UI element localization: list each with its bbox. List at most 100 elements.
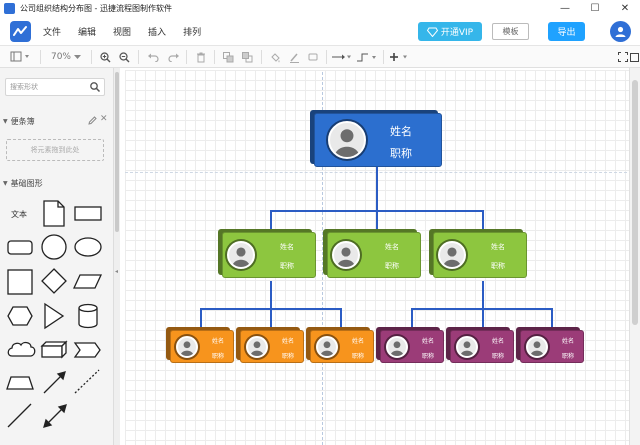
parallelogram-shape[interactable] [72,274,103,289]
card-name: 姓名 [422,338,435,345]
menu-arrange[interactable]: 排列 [183,25,201,38]
person-avatar-icon [227,241,255,269]
card-name: 姓名 [212,338,225,345]
person-avatar-icon [438,241,466,269]
dotted-line-shape[interactable] [74,369,100,394]
card-title: 职称 [422,353,435,360]
org-node-root[interactable]: 姓名 职称 [310,110,442,167]
person-avatar-icon [332,241,360,269]
menu-edit[interactable]: 编辑 [78,25,96,38]
document-shape[interactable] [43,200,65,227]
card-title: 职称 [212,353,225,360]
org-node-level3[interactable]: 姓名 职称 [516,327,584,363]
app-icon [4,3,15,14]
window-title: 公司组织结构分布图 - 迅捷流程图制作软件 [20,4,172,13]
close-button[interactable]: ✕ [610,0,640,17]
sidebar-scrollbar[interactable]: ◂ [114,68,120,445]
main-menu: 文件 编辑 视图 插入 排列 [43,25,218,38]
card-title: 职称 [282,353,295,360]
sidebar-scroll-thumb[interactable] [115,72,119,232]
card-name: 姓名 [282,338,295,345]
card-title: 职称 [491,262,505,270]
shadow-icon[interactable] [305,46,321,68]
menu-insert[interactable]: 插入 [148,25,166,38]
person-avatar-icon [526,335,548,358]
zoom-select[interactable]: 70% [47,46,85,68]
basic-shapes-palette [6,200,103,428]
bring-front-icon[interactable] [220,46,236,68]
card-name: 姓名 [491,243,505,251]
card-name: 姓名 [352,338,365,345]
maximize-button[interactable]: ☐ [580,0,610,17]
rounded-rectangle-shape[interactable] [7,240,33,255]
org-node-level3[interactable]: 姓名 职称 [166,327,234,363]
card-title: 职称 [562,353,575,360]
card-name: 姓名 [390,125,412,138]
menu-view[interactable]: 视图 [113,25,131,38]
card-title: 职称 [492,353,505,360]
ellipse-shape[interactable] [74,237,102,257]
title-bar: 公司组织结构分布图 - 迅捷流程图制作软件 — ☐ ✕ [0,0,640,17]
org-node-level3[interactable]: 姓名 职称 [306,327,374,363]
trapezoid-shape[interactable] [6,376,34,390]
panel-toggle-icon[interactable] [8,46,32,68]
zoom-value: 70% [50,52,71,62]
card-name: 姓名 [280,243,294,251]
org-node-level3[interactable]: 姓名 职称 [236,327,304,363]
toolbar: 70% [0,46,640,68]
person-avatar-icon [386,335,408,358]
collapse-sidebar-icon[interactable]: ◂ [115,268,118,275]
zoom-out-icon[interactable] [116,46,132,68]
connector-style-icon[interactable] [356,46,378,68]
step-arrow-shape[interactable] [73,342,101,358]
export-button[interactable]: 导出 [548,22,585,41]
minimize-button[interactable]: — [550,0,580,17]
diamond-shape[interactable] [41,268,67,294]
delete-icon[interactable] [193,46,209,68]
hexagon-shape[interactable] [7,306,33,326]
org-node-level2[interactable]: 姓名 职称 [323,229,421,278]
card-name: 姓名 [492,338,505,345]
cylinder-shape[interactable] [78,303,98,329]
person-avatar-icon [246,335,268,358]
insert-plus-icon[interactable] [389,46,411,68]
card-title: 职称 [280,262,294,270]
fill-color-icon[interactable] [267,46,283,68]
app-logo-icon[interactable] [10,20,31,42]
line-color-icon[interactable] [286,46,302,68]
cube-shape[interactable] [40,340,68,359]
rectangle-shape[interactable] [74,206,102,221]
menu-file[interactable]: 文件 [43,25,61,38]
fullscreen-icon[interactable] [629,46,640,68]
line-style-icon[interactable] [332,46,352,68]
org-node-level3[interactable]: 姓名 职称 [446,327,514,363]
org-node-level2[interactable]: 姓名 职称 [218,229,316,278]
square-shape[interactable] [7,269,33,295]
canvas-scrollbar[interactable] [629,68,640,445]
card-title: 职称 [390,147,412,160]
org-node-level3[interactable]: 姓名 职称 [376,327,444,363]
vip-button[interactable]: 开通VIP [418,22,482,41]
person-avatar-icon [176,335,198,358]
person-avatar-icon [328,121,366,159]
card-name: 姓名 [385,243,399,251]
send-back-icon[interactable] [239,46,255,68]
menu-bar: 文件 编辑 视图 插入 排列 开通VIP 模板 导出 [0,17,640,46]
org-node-level2[interactable]: 姓名 职称 [429,229,527,278]
circle-shape[interactable] [41,234,67,260]
card-title: 职称 [385,262,399,270]
redo-icon[interactable] [165,46,181,68]
cloud-shape[interactable] [7,341,36,357]
straight-line-shape[interactable] [7,403,32,428]
person-avatar-icon [316,335,338,358]
fit-page-icon[interactable] [617,46,629,68]
zoom-in-icon[interactable] [97,46,113,68]
vip-label: 开通VIP [440,28,474,38]
user-avatar[interactable] [610,21,631,42]
triangle-shape[interactable] [44,302,65,330]
person-avatar-icon [456,335,478,358]
canvas-scroll-thumb[interactable] [632,80,638,325]
undo-icon[interactable] [145,46,161,68]
card-name: 姓名 [562,338,575,345]
template-button[interactable]: 模板 [492,23,529,40]
